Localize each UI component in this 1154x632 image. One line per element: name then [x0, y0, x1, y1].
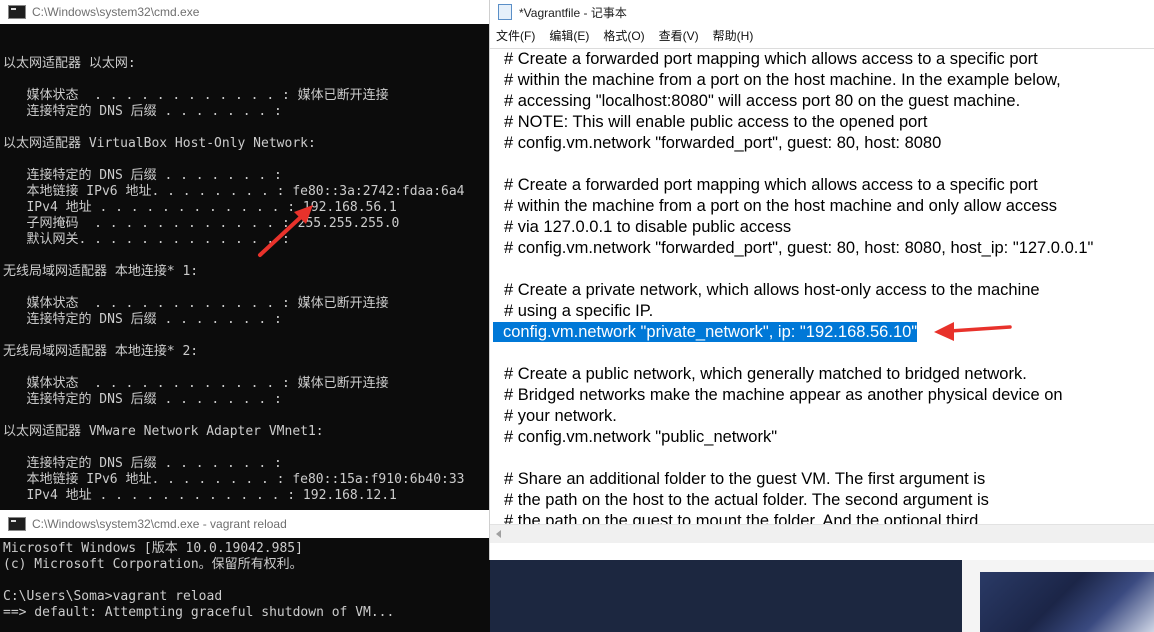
terminal-line: 连接特定的 DNS 后缀 . . . . . . . : — [3, 168, 282, 183]
terminal-line: 本地链接 IPv6 地址. . . . . . . . : fe80::3a:2… — [3, 184, 465, 199]
terminal-line: 连接特定的 DNS 后缀 . . . . . . . : — [3, 312, 282, 327]
terminal-line: 本地链接 IPv6 地址. . . . . . . . : fe80::15a:… — [3, 472, 465, 487]
terminal-line: IPv4 地址 . . . . . . . . . . . . : 192.16… — [3, 488, 397, 503]
terminal-line: IPv4 地址 . . . . . . . . . . . . : 192.16… — [3, 200, 397, 215]
terminal-line: Microsoft Windows [版本 10.0.19042.985] — [3, 541, 303, 556]
notepad-text-area[interactable]: # Create a forwarded port mapping which … — [490, 48, 1154, 543]
terminal-line: 媒体状态 . . . . . . . . . . . . : 媒体已断开连接 — [3, 296, 389, 311]
terminal-line: 媒体状态 . . . . . . . . . . . . : 媒体已断开连接 — [3, 376, 389, 391]
terminal-line: 无线局域网适配器 本地连接* 1: — [3, 264, 199, 279]
desktop-wallpaper — [980, 572, 1154, 632]
code-line: # using a specific IP. — [504, 302, 654, 320]
code-line: # accessing "localhost:8080" will access… — [504, 92, 1021, 110]
cmd-window-title: C:\Windows\system32\cmd.exe — [32, 5, 200, 19]
code-line: # Create a forwarded port mapping which … — [504, 50, 1038, 68]
selected-code-line: config.vm.network "private_network", ip:… — [493, 322, 1154, 343]
terminal-line: 以太网适配器 以太网: — [3, 56, 136, 71]
code-line: # Share an additional folder to the gues… — [504, 470, 986, 488]
terminal-line: C:\Users\Soma>vagrant reload — [3, 589, 223, 604]
terminal-line: ==> default: Attempting graceful shutdow… — [3, 605, 395, 620]
menu-edit[interactable]: 编辑(E) — [549, 27, 589, 44]
cmd-window-title: C:\Windows\system32\cmd.exe - vagrant re… — [32, 517, 287, 531]
code-line: # Create a public network, which general… — [504, 365, 1027, 383]
notepad-menubar: 文件(F) 编辑(E) 格式(O) 查看(V) 帮助(H) — [490, 24, 1154, 46]
code-line: # Bridged networks make the machine appe… — [504, 386, 1063, 404]
code-line: # the path on the host to the actual fol… — [504, 491, 989, 509]
code-line: # within the machine from a port on the … — [504, 197, 1058, 215]
terminal-line: 连接特定的 DNS 后缀 . . . . . . . : — [3, 456, 282, 471]
cmd-window-ipconfig[interactable]: C:\Windows\system32\cmd.exe 以太网适配器 以太网: … — [0, 0, 490, 510]
code-line: # config.vm.network "forwarded_port", gu… — [504, 134, 942, 152]
terminal-line: (c) Microsoft Corporation。保留所有权利。 — [3, 557, 303, 572]
terminal-line: 连接特定的 DNS 后缀 . . . . . . . : — [3, 104, 282, 119]
cmd-output[interactable]: 以太网适配器 以太网: 媒体状态 . . . . . . . . . . . .… — [0, 56, 465, 504]
code-line: # within the machine from a port on the … — [504, 71, 1061, 89]
terminal-line: 默认网关. . . . . . . . . . . . . : — [3, 232, 290, 247]
code-line: # Create a forwarded port mapping which … — [504, 176, 1038, 194]
scroll-left-arrow-icon[interactable] — [496, 530, 501, 538]
menu-file[interactable]: 文件(F) — [496, 27, 535, 44]
terminal-line: 以太网适配器 VMware Network Adapter VMnet1: — [3, 424, 324, 439]
code-line: # NOTE: This will enable public access t… — [504, 113, 928, 131]
notepad-app-icon — [498, 4, 512, 20]
code-line: # via 127.0.0.1 to disable public access — [504, 218, 792, 236]
notepad-window-title: *Vagrantfile - 记事本 — [519, 5, 627, 20]
code-line: # your network. — [504, 407, 617, 425]
cmd-app-icon — [8, 517, 26, 531]
terminal-line: 无线局域网适配器 本地连接* 2: — [3, 344, 199, 359]
menu-help[interactable]: 帮助(H) — [713, 27, 754, 44]
cmd-titlebar[interactable]: C:\Windows\system32\cmd.exe — [0, 0, 490, 24]
cmd-output[interactable]: Microsoft Windows [版本 10.0.19042.985] (c)… — [0, 541, 394, 621]
horizontal-scrollbar[interactable] — [490, 524, 1154, 543]
cmd-app-icon — [8, 5, 26, 19]
code-line: # config.vm.network "public_network" — [504, 428, 778, 446]
code-line: # config.vm.network "forwarded_port", gu… — [504, 239, 1094, 257]
terminal-line: 媒体状态 . . . . . . . . . . . . : 媒体已断开连接 — [3, 88, 389, 103]
terminal-line: 连接特定的 DNS 后缀 . . . . . . . : — [3, 392, 282, 407]
notepad-titlebar[interactable]: *Vagrantfile - 记事本 — [490, 0, 1154, 24]
terminal-line: 以太网适配器 VirtualBox Host-Only Network: — [3, 136, 316, 151]
notepad-window[interactable]: *Vagrantfile - 记事本 文件(F) 编辑(E) 格式(O) 查看(… — [489, 0, 1154, 560]
code-line: # Create a private network, which allows… — [504, 281, 1040, 299]
cmd-titlebar[interactable]: C:\Windows\system32\cmd.exe - vagrant re… — [0, 510, 490, 538]
menu-format[interactable]: 格式(O) — [603, 27, 644, 44]
terminal-line: 子网掩码 . . . . . . . . . . . . : 255.255.2… — [3, 216, 400, 231]
menu-view[interactable]: 查看(V) — [659, 27, 699, 44]
cmd-window-vagrant[interactable]: C:\Windows\system32\cmd.exe - vagrant re… — [0, 510, 490, 632]
